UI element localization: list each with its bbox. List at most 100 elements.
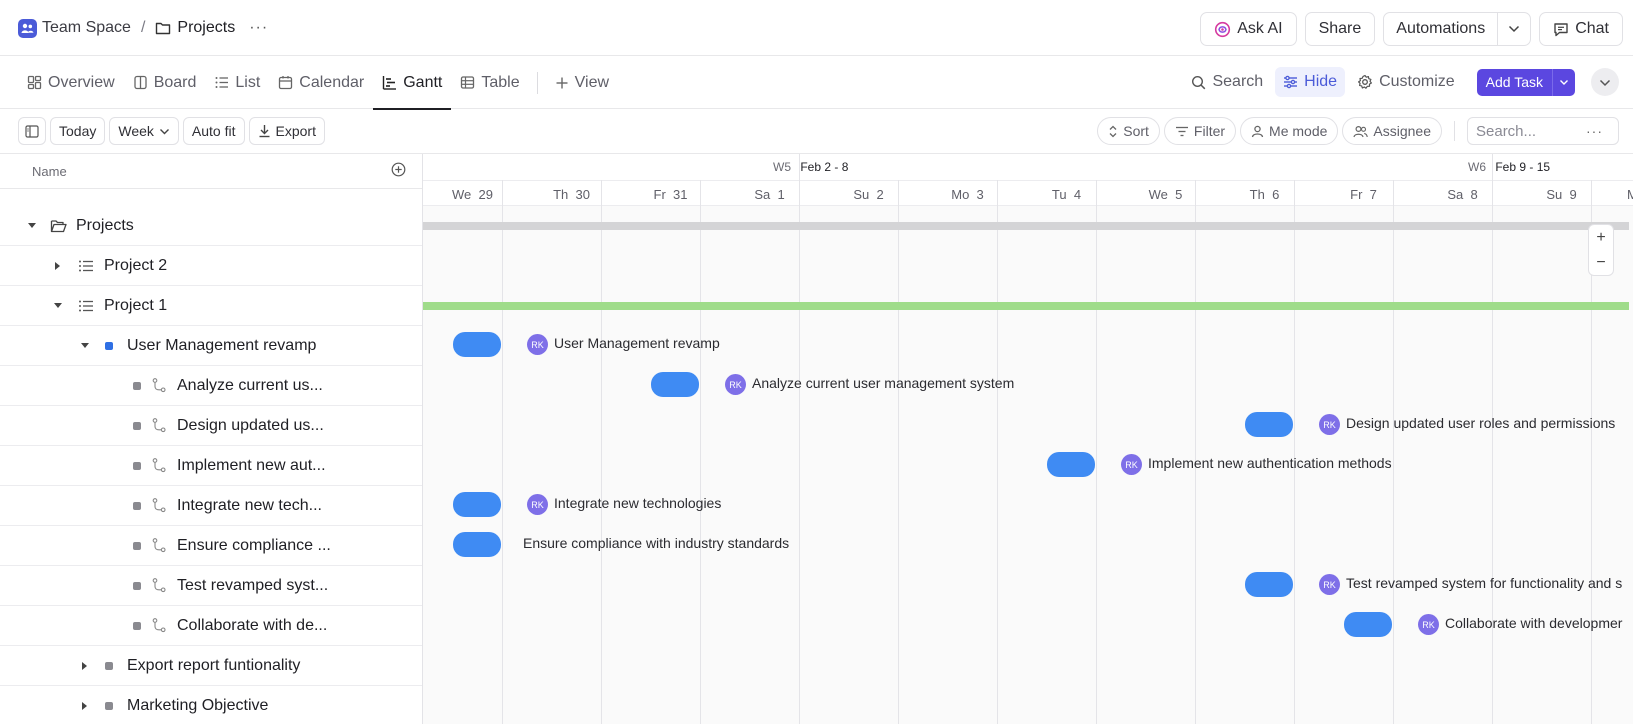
collapse-header-button[interactable]: [1591, 68, 1619, 96]
ask-ai-button[interactable]: Ask AI: [1200, 12, 1297, 46]
add-task-button[interactable]: Add Task: [1476, 68, 1575, 96]
tree-row-label: Export report funtionality: [127, 656, 301, 674]
more-options-icon[interactable]: ···: [1586, 123, 1603, 139]
tree-row-label: Design updated us...: [177, 416, 324, 434]
avatar[interactable]: RK: [527, 334, 548, 355]
hide-button[interactable]: Hide: [1275, 67, 1346, 97]
caret-right-icon[interactable]: [79, 701, 91, 710]
avatar[interactable]: RK: [1319, 574, 1340, 595]
avatar[interactable]: RK: [1121, 454, 1142, 475]
automations-button[interactable]: Automations: [1383, 12, 1532, 46]
task-bar[interactable]: [1344, 612, 1392, 637]
tab-list-label: List: [235, 73, 261, 91]
add-column-icon[interactable]: [391, 162, 406, 180]
tab-calendar[interactable]: Calendar: [269, 56, 373, 109]
task-bar[interactable]: [453, 492, 501, 517]
avatar[interactable]: RK: [1319, 414, 1340, 435]
task-bar[interactable]: [453, 332, 501, 357]
status-square[interactable]: [133, 421, 141, 430]
tree-row-subtask[interactable]: Analyze current us...: [0, 366, 422, 406]
subtask-icon: [152, 498, 166, 513]
toggle-sidebar-button[interactable]: [18, 117, 46, 145]
tab-gantt[interactable]: Gantt: [373, 56, 452, 110]
tree-row-projects[interactable]: Projects: [0, 206, 422, 246]
auto-fit-button[interactable]: Auto fit: [182, 117, 245, 145]
gantt-search-input[interactable]: [1476, 122, 1586, 140]
gantt-timeline[interactable]: W5 Feb 2 - 8 W6 Feb 9 - 15 We 29 Th 30 F…: [423, 154, 1633, 724]
tree-row-subtask[interactable]: Integrate new tech...: [0, 486, 422, 526]
task-bar[interactable]: [1047, 452, 1095, 477]
tree-row-marketing-objective[interactable]: Marketing Objective: [0, 686, 422, 724]
chevron-down-icon[interactable]: [1553, 69, 1575, 96]
tab-board[interactable]: Board: [124, 56, 206, 109]
task-bar[interactable]: [1245, 572, 1293, 597]
search-button[interactable]: Search: [1183, 67, 1271, 97]
tree-row-export-report[interactable]: Export report funtionality: [0, 646, 422, 686]
status-square[interactable]: [133, 581, 141, 590]
breadcrumb-team-space[interactable]: Team Space: [42, 19, 131, 37]
week-select[interactable]: Week: [109, 117, 179, 145]
gantt-toolbar: Today Week Auto fit Export Sort Filter M…: [0, 109, 1633, 154]
tree-row-subtask[interactable]: Test revamped syst...: [0, 566, 422, 606]
gantt-search[interactable]: ···: [1467, 117, 1619, 145]
more-options-icon[interactable]: ···: [249, 19, 268, 37]
avatar[interactable]: RK: [1418, 614, 1439, 635]
chevron-down-icon[interactable]: [1498, 13, 1530, 45]
caret-right-icon[interactable]: [52, 261, 64, 270]
zoom-out-button[interactable]: −: [1596, 254, 1605, 272]
tree-row-user-management-revamp[interactable]: User Management revamp: [0, 326, 422, 366]
status-square[interactable]: [133, 541, 141, 550]
tree-row-label: Marketing Objective: [127, 696, 269, 714]
users-icon: [1353, 125, 1369, 138]
tab-table[interactable]: Table: [451, 56, 528, 109]
status-square[interactable]: [133, 621, 141, 630]
tree-row-subtask[interactable]: Ensure compliance ...: [0, 526, 422, 566]
status-square[interactable]: [133, 381, 141, 390]
task-tree: Name Projects Project 2 Project 1 User M…: [0, 154, 423, 724]
caret-right-icon[interactable]: [79, 661, 91, 670]
status-square[interactable]: [105, 701, 113, 710]
zoom-control: + −: [1588, 224, 1614, 276]
status-square[interactable]: [105, 661, 113, 670]
add-view-button[interactable]: View: [546, 56, 618, 109]
task-bar[interactable]: [453, 532, 501, 557]
share-button[interactable]: Share: [1304, 12, 1376, 46]
tree-row-project-1[interactable]: Project 1: [0, 286, 422, 326]
task-bar[interactable]: [651, 372, 699, 397]
tree-row-project-2[interactable]: Project 2: [0, 246, 422, 286]
add-task-label[interactable]: Add Task: [1477, 68, 1553, 96]
status-square[interactable]: [133, 461, 141, 470]
task-bar[interactable]: [1245, 412, 1293, 437]
projects-summary-bar[interactable]: [423, 222, 1629, 230]
name-column-header[interactable]: Name: [32, 164, 67, 179]
breadcrumb-projects[interactable]: Projects: [177, 19, 235, 37]
chat-button[interactable]: Chat: [1539, 12, 1623, 46]
zoom-in-button[interactable]: +: [1596, 229, 1605, 247]
caret-down-icon[interactable]: [26, 222, 38, 229]
day-label: Fr 31: [621, 187, 720, 202]
status-square[interactable]: [105, 341, 113, 350]
avatar[interactable]: RK: [527, 494, 548, 515]
tree-row-subtask[interactable]: Implement new aut...: [0, 446, 422, 486]
user-icon: [1251, 125, 1264, 138]
day-of-week: Mo: [951, 187, 970, 202]
me-mode-button[interactable]: Me mode: [1240, 117, 1339, 145]
status-square[interactable]: [133, 501, 141, 510]
tab-list[interactable]: List: [205, 56, 269, 109]
sort-button[interactable]: Sort: [1097, 117, 1160, 145]
assignee-button[interactable]: Assignee: [1342, 117, 1442, 145]
tree-row-subtask[interactable]: Collaborate with de...: [0, 606, 422, 646]
day-number: 7: [1369, 187, 1377, 202]
tab-board-label: Board: [153, 73, 197, 91]
customize-button[interactable]: Customize: [1349, 67, 1463, 97]
tab-overview[interactable]: Overview: [18, 56, 124, 109]
automations-label[interactable]: Automations: [1384, 13, 1499, 45]
export-button[interactable]: Export: [248, 117, 325, 145]
filter-button[interactable]: Filter: [1163, 117, 1237, 145]
today-button[interactable]: Today: [50, 117, 106, 145]
caret-down-icon[interactable]: [79, 342, 91, 349]
caret-down-icon[interactable]: [52, 302, 64, 309]
avatar[interactable]: RK: [725, 374, 746, 395]
project-1-summary-bar[interactable]: [423, 302, 1629, 310]
tree-row-subtask[interactable]: Design updated us...: [0, 406, 422, 446]
